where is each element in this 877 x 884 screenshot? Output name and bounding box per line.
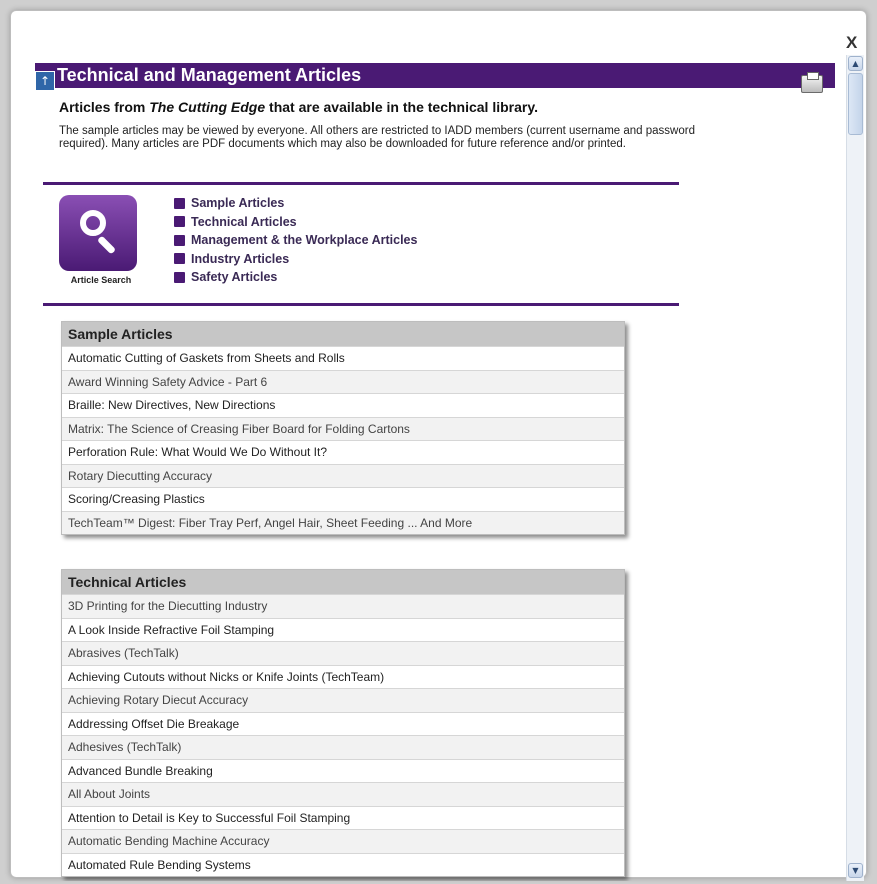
table-row[interactable]: Automatic Bending Machine Accuracy <box>62 829 624 853</box>
table-row[interactable]: Achieving Rotary Diecut Accuracy <box>62 688 624 712</box>
category-link-management[interactable]: Management & the Workplace Articles <box>174 231 417 250</box>
category-link-sample[interactable]: Sample Articles <box>174 194 417 213</box>
table-row[interactable]: Braille: New Directives, New Directions <box>62 393 624 417</box>
bullet-square-icon <box>174 271 185 283</box>
scroll-to-top-icon[interactable]: ↑ <box>35 71 55 91</box>
category-links: Sample Articles Technical Articles Manag… <box>174 194 417 287</box>
vertical-scrollbar[interactable]: ▲ ▼ <box>846 55 864 881</box>
table-row[interactable]: Abrasives (TechTalk) <box>62 641 624 665</box>
table-row[interactable]: Automated Rule Bending Systems <box>62 852 624 877</box>
publication-name: The Cutting Edge <box>149 99 266 115</box>
table-row[interactable]: TechTeam™ Digest: Fiber Tray Perf, Angel… <box>62 510 624 534</box>
print-icon[interactable] <box>801 72 823 93</box>
subtitle-post: that are available in the technical libr… <box>265 99 538 115</box>
table-row[interactable]: Award Winning Safety Advice - Part 6 <box>62 369 624 393</box>
search-label[interactable]: Article Search <box>59 275 143 285</box>
category-link-industry[interactable]: Industry Articles <box>174 250 417 269</box>
table-row[interactable]: Matrix: The Science of Creasing Fiber Bo… <box>62 416 624 440</box>
intro-text: The sample articles may be viewed by eve… <box>59 125 695 150</box>
table-row[interactable]: Automatic Cutting of Gaskets from Sheets… <box>62 346 624 370</box>
table-row[interactable]: Attention to Detail is Key to Successful… <box>62 805 624 830</box>
bullet-square-icon <box>174 216 185 228</box>
content-viewport: Technical and Management Articles ↑ Arti… <box>35 63 846 881</box>
category-link-label: Industry Articles <box>191 251 290 266</box>
table-header: Technical Articles <box>62 570 624 594</box>
articles-dialog: X Technical and Management Articles ↑ Ar… <box>10 10 867 881</box>
title-bar: Technical and Management Articles <box>35 63 835 88</box>
sample-articles-table: Sample Articles Automatic Cutting of Gas… <box>61 321 625 535</box>
bullet-square-icon <box>174 197 185 209</box>
table-row[interactable]: Scoring/Creasing Plastics <box>62 487 624 511</box>
table-row[interactable]: All About Joints <box>62 782 624 806</box>
category-link-label: Safety Articles <box>191 270 278 285</box>
table-row[interactable]: Adhesives (TechTalk) <box>62 735 624 759</box>
table-row[interactable]: Rotary Diecutting Accuracy <box>62 463 624 487</box>
divider <box>43 182 679 185</box>
table-row[interactable]: Addressing Offset Die Breakage <box>62 711 624 736</box>
close-icon[interactable]: X <box>846 33 857 53</box>
scroll-down-icon[interactable]: ▼ <box>848 863 863 878</box>
category-link-label: Technical Articles <box>191 214 297 229</box>
bullet-square-icon <box>174 234 185 246</box>
scroll-up-icon[interactable]: ▲ <box>848 56 863 71</box>
table-header: Sample Articles <box>62 322 624 346</box>
bullet-square-icon <box>174 253 185 265</box>
table-row[interactable]: Advanced Bundle Breaking <box>62 758 624 783</box>
subtitle: Articles from The Cutting Edge that are … <box>59 99 538 115</box>
scrollbar-thumb[interactable] <box>848 73 863 135</box>
search-icon[interactable] <box>59 195 137 271</box>
category-link-safety[interactable]: Safety Articles <box>174 268 417 287</box>
table-row[interactable]: 3D Printing for the Diecutting Industry <box>62 594 624 618</box>
page-title: Technical and Management Articles <box>57 65 362 85</box>
table-row[interactable]: Perforation Rule: What Would We Do Witho… <box>62 440 624 464</box>
category-link-label: Management & the Workplace Articles <box>191 233 418 248</box>
technical-articles-table: Technical Articles 3D Printing for the D… <box>61 569 625 877</box>
table-row[interactable]: A Look Inside Refractive Foil Stamping <box>62 617 624 642</box>
category-link-technical[interactable]: Technical Articles <box>174 213 417 232</box>
table-row[interactable]: Achieving Cutouts without Nicks or Knife… <box>62 664 624 689</box>
category-link-label: Sample Articles <box>191 196 285 211</box>
divider <box>43 303 679 306</box>
subtitle-pre: Articles from <box>59 99 150 115</box>
